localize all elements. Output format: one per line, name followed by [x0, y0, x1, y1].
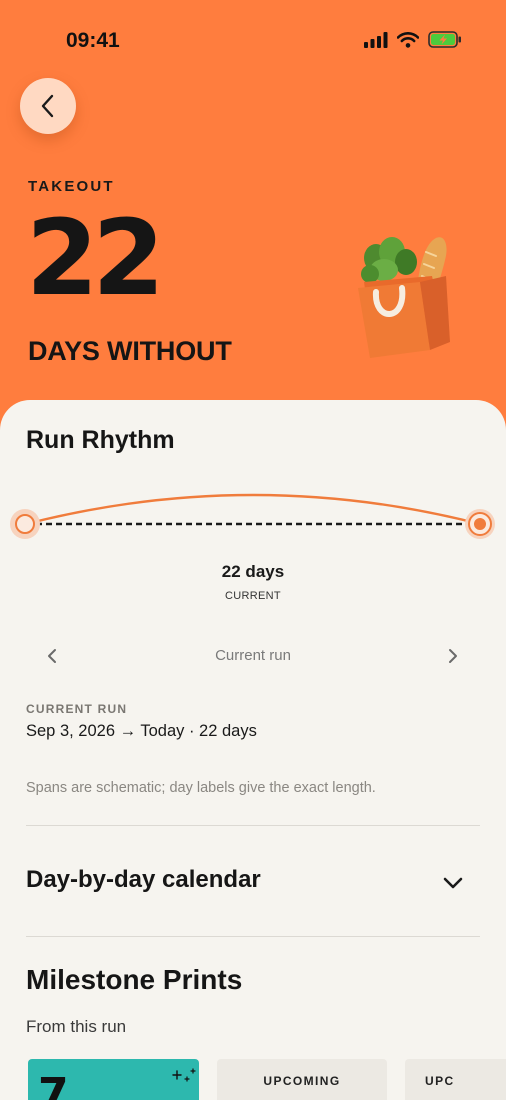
run-navigator-label: Current run: [215, 647, 291, 664]
calendar-title: Day-by-day calendar: [26, 866, 261, 893]
status-time: 09:41: [66, 29, 120, 52]
status-bar: 09:41: [0, 0, 506, 80]
current-run-range: Sep 3, 2026 → Today · 22 days: [26, 722, 257, 740]
run-status-label: CURRENT: [225, 590, 281, 602]
battery-charging-icon: [428, 31, 461, 48]
run-navigator: Current run: [0, 640, 506, 672]
milestone-prints-subtitle: From this run: [26, 1017, 127, 1036]
streak-caption: DAYS WITHOUT: [28, 336, 232, 366]
milestone-card-label: UPC: [425, 1074, 455, 1088]
habit-category: TAKEOUT: [28, 178, 115, 195]
divider: [26, 825, 480, 826]
milestone-card-upcoming[interactable]: UPC: [405, 1059, 506, 1100]
run-arc: [25, 493, 481, 526]
milestone-number: 7: [38, 1069, 69, 1100]
grocery-bag-illustration: [358, 237, 450, 358]
chevron-left-icon: [41, 94, 54, 118]
milestone-card-earned[interactable]: 7: [28, 1059, 199, 1100]
back-button[interactable]: [20, 78, 76, 134]
run-rhythm-title: Run Rhythm: [26, 426, 175, 454]
run-end-marker: [465, 509, 495, 539]
calendar-disclosure[interactable]: Day-by-day calendar: [0, 850, 506, 914]
chevron-down-icon: [443, 877, 463, 889]
run-rhythm-chart: [10, 493, 495, 539]
milestone-card-upcoming[interactable]: UPCOMING: [217, 1059, 387, 1100]
milestone-card-label: UPCOMING: [263, 1074, 341, 1088]
run-start-marker: [10, 509, 40, 539]
schematic-note: Spans are schematic; day labels give the…: [26, 780, 376, 796]
chevron-right-icon: [449, 649, 457, 663]
divider: [26, 936, 480, 937]
current-run-heading: CURRENT RUN: [26, 702, 128, 716]
milestone-prints-title: Milestone Prints: [26, 964, 243, 995]
sparkle-icon: [172, 1068, 196, 1082]
run-length-label: 22 days: [221, 562, 285, 581]
streak-count: 22: [26, 197, 165, 319]
wifi-icon: [397, 31, 419, 48]
status-icons: [364, 31, 462, 48]
cellular-signal-icon: [364, 31, 388, 48]
next-run-button[interactable]: [441, 644, 465, 668]
